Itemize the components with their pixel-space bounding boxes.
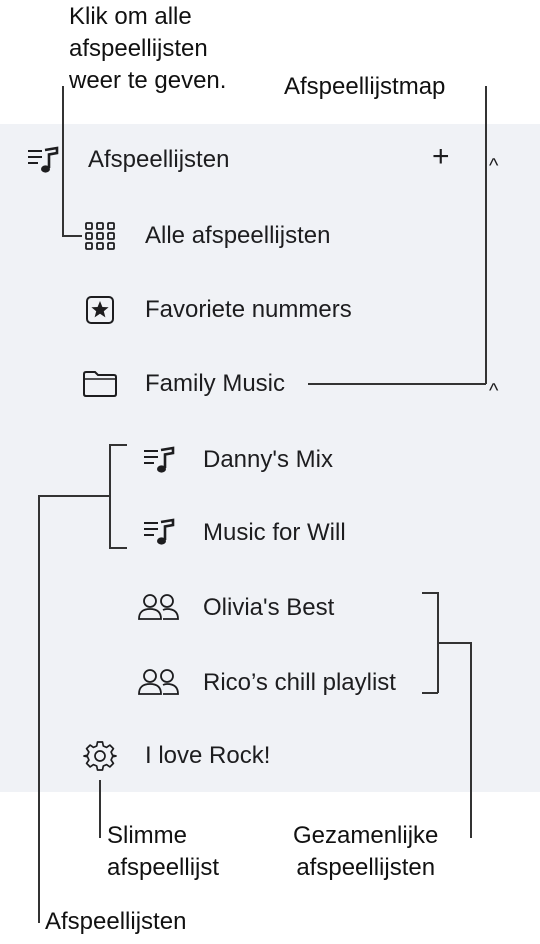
star-square-icon [86,296,114,324]
add-playlist-button[interactable]: + [432,142,450,172]
playlist-icon [144,518,175,545]
callout-connector [62,235,82,237]
callout-connector [485,86,487,384]
people-icon [138,669,179,695]
callout-bracket [109,547,127,549]
callout-line: weer te geven. [69,67,227,94]
callout-smart-playlist: Slimme afspeellijst [107,821,219,882]
callout-connector [308,383,486,385]
callout-bracket [422,592,438,594]
callout-bracket [422,692,438,694]
callout-connector [62,86,64,236]
callout-connector [99,780,101,838]
callout-shared-playlists: Gezamenlijke afspeellijsten [293,821,438,882]
callout-line: Gezamenlijke [293,822,439,849]
collapse-button[interactable]: ^ [489,152,498,180]
sidebar-item-olivias-best[interactable]: Olivia's Best [203,594,334,622]
sidebar-header-label[interactable]: Afspeellijsten [88,146,229,174]
callout-connector [38,495,110,497]
sidebar-item-all-playlists[interactable]: Alle afspeellijsten [145,222,330,250]
sidebar-item-family-music[interactable]: Family Music [145,370,285,398]
sidebar-item-favorites[interactable]: Favoriete nummers [145,296,352,324]
callout-bracket [109,444,127,446]
callout-playlists: Afspeellijsten [45,908,187,935]
gear-icon [83,741,117,771]
callout-folder: Afspeellijstmap [284,73,446,100]
folder-collapse-button[interactable]: ^ [489,377,498,405]
callout-line: afspeellijst [107,854,220,881]
sidebar-item-dannys-mix[interactable]: Danny's Mix [203,446,333,474]
grid-icon [85,222,115,250]
callout-connector [437,642,471,644]
callout-connector [470,642,472,838]
playlist-icon [28,146,59,173]
sidebar-item-music-for-will[interactable]: Music for Will [203,519,346,547]
callout-line: Slimme [107,822,188,849]
callout-line: afspeellijsten [296,854,436,881]
sidebar-item-ricos-chill[interactable]: Rico’s chill playlist [203,669,396,697]
people-icon [138,594,179,620]
callout-line: afspeellijsten [69,35,208,62]
sidebar-item-i-love-rock[interactable]: I love Rock! [145,742,270,770]
callout-connector [38,495,40,923]
playlist-icon [144,446,175,473]
callout-all-playlists: Klik om alle afspeellijsten weer te geve… [69,2,226,95]
folder-icon [83,371,117,397]
callout-line: Klik om alle [69,3,192,30]
